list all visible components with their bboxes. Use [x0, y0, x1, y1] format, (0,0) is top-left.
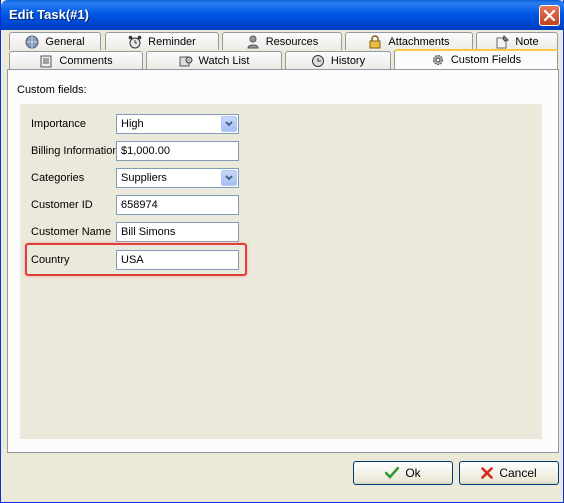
categories-value: Suppliers — [121, 172, 167, 184]
lock-icon — [369, 34, 381, 48]
tab-custom-fields[interactable]: Custom Fields — [394, 49, 558, 69]
tab-note[interactable]: Note — [476, 32, 558, 50]
gear-icon — [432, 55, 443, 65]
country-field[interactable]: USA — [116, 250, 239, 270]
importance-dropdown-button[interactable] — [221, 116, 237, 132]
cancel-x-icon — [481, 467, 494, 479]
tab-comments[interactable]: Comments — [9, 51, 143, 69]
check-icon — [385, 467, 400, 479]
close-button[interactable] — [539, 5, 560, 26]
tab-watch-list[interactable]: Watch List — [146, 51, 282, 69]
close-icon — [544, 10, 555, 21]
billing-information-field[interactable]: $1,000.00 — [116, 141, 239, 161]
chevron-down-icon — [225, 175, 233, 181]
customer-name-field[interactable]: Bill Simons — [116, 222, 239, 242]
categories-select[interactable]: Suppliers — [116, 168, 239, 188]
window-title: Edit Task(#1) — [9, 7, 89, 22]
tab-attachments[interactable]: Attachments — [345, 32, 473, 50]
history-icon — [311, 54, 324, 67]
panel-heading: Custom fields: — [17, 84, 87, 96]
person-icon — [247, 35, 259, 48]
categories-dropdown-button[interactable] — [221, 170, 237, 186]
note-pin-icon — [496, 34, 510, 48]
customer-id-field[interactable]: 658974 — [116, 195, 239, 215]
field-label-customer-id: Customer ID — [31, 199, 93, 211]
watch-list-icon — [179, 56, 193, 66]
cancel-button[interactable]: Cancel — [459, 461, 559, 485]
importance-select[interactable]: High — [116, 114, 239, 134]
tab-history[interactable]: History — [285, 51, 391, 69]
tab-general[interactable]: General — [9, 32, 101, 50]
field-label-importance: Importance — [31, 118, 87, 130]
field-label-categories: Categories — [31, 172, 85, 184]
edit-task-window: Edit Task(#1) General Reminder Resources… — [0, 0, 564, 503]
alarm-clock-icon — [128, 35, 142, 48]
field-label-customer-name: Customer Name — [31, 226, 112, 238]
cancel-button-label: Cancel — [499, 466, 537, 480]
title-bar[interactable]: Edit Task(#1) — [1, 0, 564, 30]
tab-resources[interactable]: Resources — [222, 32, 342, 50]
comments-icon — [40, 55, 52, 67]
importance-value: High — [121, 118, 144, 130]
ok-button[interactable]: Ok — [353, 461, 453, 485]
ok-button-label: Ok — [405, 466, 421, 480]
globe-icon — [25, 35, 39, 48]
chevron-down-icon — [225, 121, 233, 127]
tab-reminder[interactable]: Reminder — [105, 32, 219, 50]
field-label-billing-information: Billing Information — [31, 145, 119, 157]
field-label-country: Country — [31, 254, 70, 266]
